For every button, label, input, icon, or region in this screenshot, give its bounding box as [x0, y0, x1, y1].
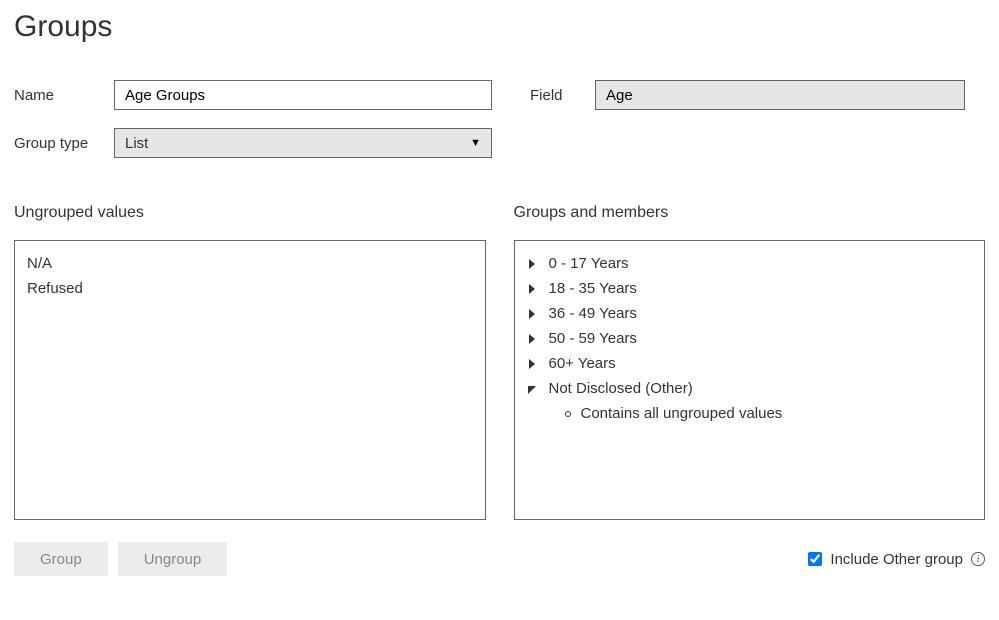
group-row[interactable]: 36 - 49 Years	[527, 301, 973, 326]
ungrouped-heading: Ungrouped values	[14, 204, 486, 222]
bullet-icon	[565, 411, 571, 417]
group-row[interactable]: 0 - 17 Years	[527, 251, 973, 276]
field-input	[595, 80, 965, 110]
group-type-label: Group type	[14, 135, 104, 152]
group-label: 0 - 17 Years	[549, 255, 629, 272]
info-icon[interactable]: i	[971, 552, 985, 566]
ungrouped-column: Ungrouped values N/ARefused	[14, 204, 486, 520]
groups-listbox[interactable]: 0 - 17 Years 18 - 35 Years 36 - 49 Years 50…	[514, 240, 986, 520]
group-type-row: Group type List ▼	[14, 128, 985, 158]
groups-column: Groups and members 0 - 17 Years 18 - 35 Y…	[514, 204, 986, 520]
expand-icon[interactable]	[527, 284, 537, 294]
group-row[interactable]: 50 - 59 Years	[527, 326, 973, 351]
ungrouped-item[interactable]: N/A	[27, 251, 473, 276]
collapse-icon[interactable]	[527, 384, 537, 394]
group-label: 36 - 49 Years	[549, 305, 637, 322]
ungroup-button[interactable]: Ungroup	[118, 542, 228, 576]
group-child: Contains all ungrouped values	[527, 401, 973, 426]
expand-icon[interactable]	[527, 309, 537, 319]
groups-heading: Groups and members	[514, 204, 986, 222]
group-label: Not Disclosed (Other)	[549, 380, 693, 397]
chevron-down-icon: ▼	[470, 137, 481, 149]
group-button[interactable]: Group	[14, 542, 108, 576]
group-label: 18 - 35 Years	[549, 280, 637, 297]
name-label: Name	[14, 87, 104, 104]
button-row: Group Ungroup	[14, 542, 227, 576]
group-row[interactable]: 18 - 35 Years	[527, 276, 973, 301]
name-field-row: Name Field	[14, 80, 985, 110]
include-other-checkbox[interactable]	[808, 552, 822, 566]
expand-icon[interactable]	[527, 334, 537, 344]
page-title: Groups	[14, 10, 985, 44]
include-other-wrap[interactable]: Include Other group i	[808, 551, 985, 568]
group-child-text: Contains all ungrouped values	[581, 405, 783, 422]
group-row[interactable]: 60+ Years	[527, 351, 973, 376]
group-type-value: List	[125, 135, 470, 152]
include-other-label: Include Other group	[830, 551, 963, 568]
group-label: 50 - 59 Years	[549, 330, 637, 347]
group-row[interactable]: Not Disclosed (Other)	[527, 376, 973, 401]
group-label: 60+ Years	[549, 355, 616, 372]
name-input[interactable]	[114, 80, 492, 110]
expand-icon[interactable]	[527, 259, 537, 269]
ungrouped-listbox[interactable]: N/ARefused	[14, 240, 486, 520]
expand-icon[interactable]	[527, 359, 537, 369]
field-label: Field	[530, 87, 585, 104]
group-type-select[interactable]: List ▼	[114, 128, 492, 158]
ungrouped-item[interactable]: Refused	[27, 276, 473, 301]
